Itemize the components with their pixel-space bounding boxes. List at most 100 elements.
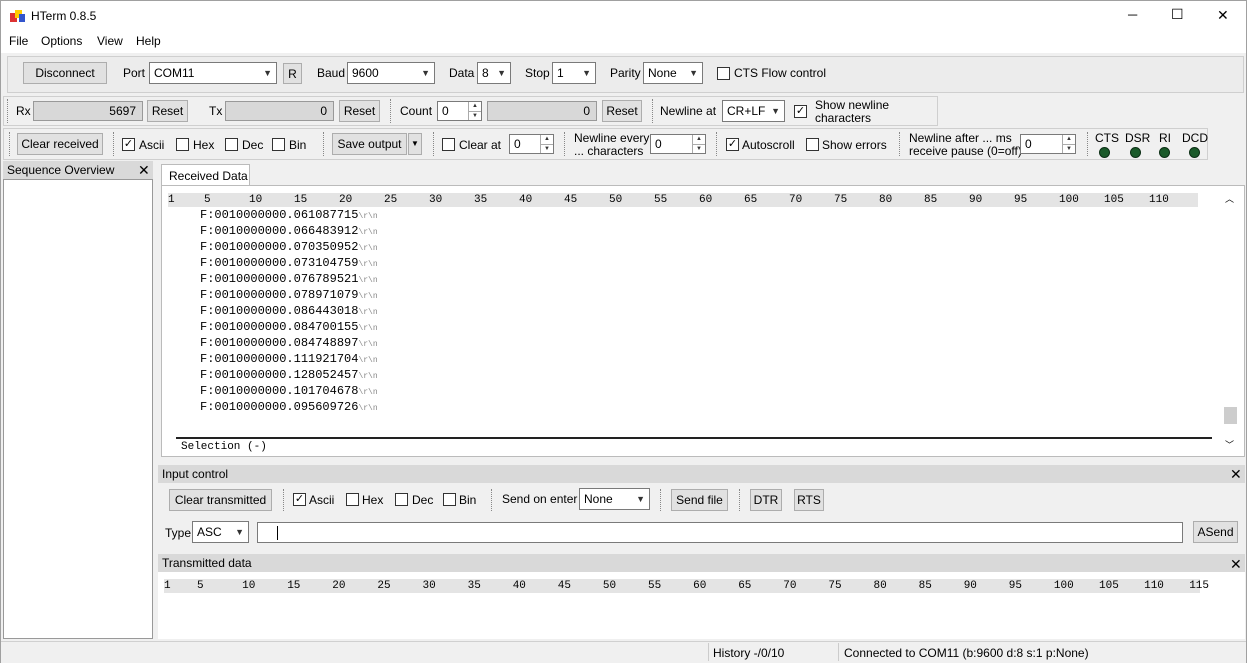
sequence-overview-list[interactable] [3, 179, 153, 639]
menu-file[interactable]: File [9, 34, 28, 48]
received-line-text: F:0010000000.066483912 [200, 224, 359, 238]
data-bits-select[interactable]: 8 ▼ [477, 62, 511, 84]
spin-up-icon[interactable]: ▲ [468, 102, 481, 111]
rts-button[interactable]: RTS [794, 489, 824, 511]
send-input[interactable] [257, 522, 1183, 543]
spin-up-icon[interactable]: ▲ [692, 135, 705, 144]
spin-down-icon[interactable]: ▼ [540, 144, 553, 153]
tx-ascii-checkbox[interactable]: ✓ [293, 493, 306, 506]
show-errors-checkbox[interactable] [806, 138, 819, 151]
port-select[interactable]: COM11 ▼ [149, 62, 277, 84]
stop-bits-select[interactable]: 1 ▼ [552, 62, 596, 84]
line-end-marker: \r\n [358, 372, 378, 381]
asend-button[interactable]: ASend [1193, 521, 1238, 543]
autoscroll-checkbox[interactable]: ✓ [726, 138, 739, 151]
bin-label: Bin [289, 138, 307, 152]
vertical-scrollbar[interactable]: ︿ ﹀ [1222, 190, 1238, 454]
received-line-text: F:0010000000.101704678 [200, 384, 359, 398]
close-icon[interactable]: ✕ [1217, 7, 1229, 24]
ruler-tick: 90 [969, 194, 983, 206]
menu-options[interactable]: Options [41, 34, 82, 48]
received-data-pane[interactable]: 1 5 10 15 20 25 30 35 40 45 50 55 60 65 70 75 80 85 90 95 10… [161, 185, 1245, 457]
ruler-tick: 80 [879, 194, 893, 206]
received-line-text: F:0010000000.111921704 [200, 352, 359, 366]
dec-checkbox[interactable] [225, 138, 238, 151]
ri-label: RI [1159, 131, 1171, 145]
close-icon[interactable]: ✕ [138, 163, 150, 177]
hex-checkbox[interactable] [176, 138, 189, 151]
close-icon[interactable]: ✕ [1230, 557, 1242, 571]
dec-label: Dec [242, 138, 264, 152]
clear-received-button[interactable]: Clear received [17, 133, 103, 155]
autoscroll-label: Autoscroll [742, 138, 795, 152]
newline-after-label-2: receive pause (0=off) [909, 144, 1022, 158]
ruler-tick: 95 [1008, 580, 1022, 592]
chevron-down-icon: ▼ [497, 68, 506, 78]
scroll-thumb[interactable] [1224, 407, 1237, 424]
send-file-button[interactable]: Send file [671, 489, 728, 511]
newline-at-select[interactable]: CR+LF ▼ [722, 100, 785, 122]
tx-reset-button[interactable]: Reset [339, 100, 380, 122]
transmitted-data-pane[interactable]: 1 5 10 15 20 25 30 35 40 45 50 55 60 65 70 75 80 85 90 95 10… [158, 572, 1245, 639]
chevron-down-icon: ▼ [771, 106, 780, 116]
send-on-enter-value: None [584, 492, 613, 506]
received-tab[interactable]: Received Data [161, 164, 250, 186]
save-output-button[interactable]: Save output [332, 133, 407, 155]
disconnect-button[interactable]: Disconnect [23, 62, 107, 84]
clear-at-spinner[interactable]: 0 ▲ ▼ [509, 134, 554, 154]
scroll-down-icon[interactable]: ﹀ [1225, 438, 1234, 451]
maximize-icon[interactable]: ☐ [1171, 6, 1184, 23]
tx-hex-label: Hex [362, 493, 384, 507]
send-on-enter-select[interactable]: None ▼ [579, 488, 650, 510]
spin-down-icon[interactable]: ▼ [468, 111, 481, 120]
tx-dec-checkbox[interactable] [395, 493, 408, 506]
received-line-text: F:0010000000.076789521 [200, 272, 359, 286]
ruler-tick: 35 [474, 194, 488, 206]
divider [283, 489, 284, 511]
refresh-ports-button[interactable]: R [283, 63, 302, 84]
show-newline-checkbox[interactable]: ✓ [794, 105, 807, 118]
baud-select[interactable]: 9600 ▼ [347, 62, 435, 84]
clear-at-checkbox[interactable] [442, 138, 455, 151]
spin-up-icon[interactable]: ▲ [1062, 135, 1075, 144]
close-icon[interactable]: ✕ [1230, 467, 1242, 481]
dtr-button[interactable]: DTR [750, 489, 782, 511]
menu-view[interactable]: View [97, 34, 123, 48]
type-select[interactable]: ASC ▼ [192, 521, 249, 543]
rx-reset-button[interactable]: Reset [147, 100, 188, 122]
stop-bits-value: 1 [557, 66, 564, 80]
clear-transmitted-button[interactable]: Clear transmitted [169, 489, 272, 511]
minimize-icon[interactable]: ─ [1128, 7, 1137, 22]
cts-flow-checkbox[interactable] [717, 67, 730, 80]
tx-bin-checkbox[interactable] [443, 493, 456, 506]
scroll-up-icon[interactable]: ︿ [1225, 192, 1234, 205]
newline-every-spinner[interactable]: 0 ▲ ▼ [650, 134, 706, 154]
ascii-checkbox[interactable]: ✓ [122, 138, 135, 151]
line-end-marker: \r\n [358, 276, 378, 285]
type-label: Type [165, 526, 192, 540]
bin-checkbox[interactable] [272, 138, 285, 151]
parity-value: None [648, 66, 677, 80]
parity-select[interactable]: None ▼ [643, 62, 703, 84]
spin-down-icon[interactable]: ▼ [692, 144, 705, 153]
tx-hex-checkbox[interactable] [346, 493, 359, 506]
menu-help[interactable]: Help [136, 34, 161, 48]
line-end-marker: \r\n [358, 228, 378, 237]
received-line: F:0010000000.095609726\r\n [200, 400, 378, 416]
newline-after-spinner[interactable]: 0 ▲ ▼ [1020, 134, 1076, 154]
ruler-tick: 100 [1059, 194, 1079, 206]
save-output-dropdown[interactable]: ▼ [408, 133, 422, 155]
received-line: F:0010000000.076789521\r\n [200, 272, 378, 288]
line-end-marker: \r\n [358, 292, 378, 301]
count-reset-button[interactable]: Reset [602, 100, 642, 122]
send-on-enter-label: Send on enter [502, 492, 578, 506]
clear-at-value: 0 [514, 137, 521, 151]
ruler-tick: 70 [789, 194, 803, 206]
text-cursor [277, 526, 278, 540]
spin-up-icon[interactable]: ▲ [540, 135, 553, 144]
newline-every-label-1: Newline every [574, 131, 650, 145]
ruler-tick: 1 [168, 194, 175, 206]
spin-down-icon[interactable]: ▼ [1062, 144, 1075, 153]
tx-ascii-label: Ascii [309, 493, 335, 507]
count-spinner[interactable]: 0 ▲ ▼ [437, 101, 482, 121]
